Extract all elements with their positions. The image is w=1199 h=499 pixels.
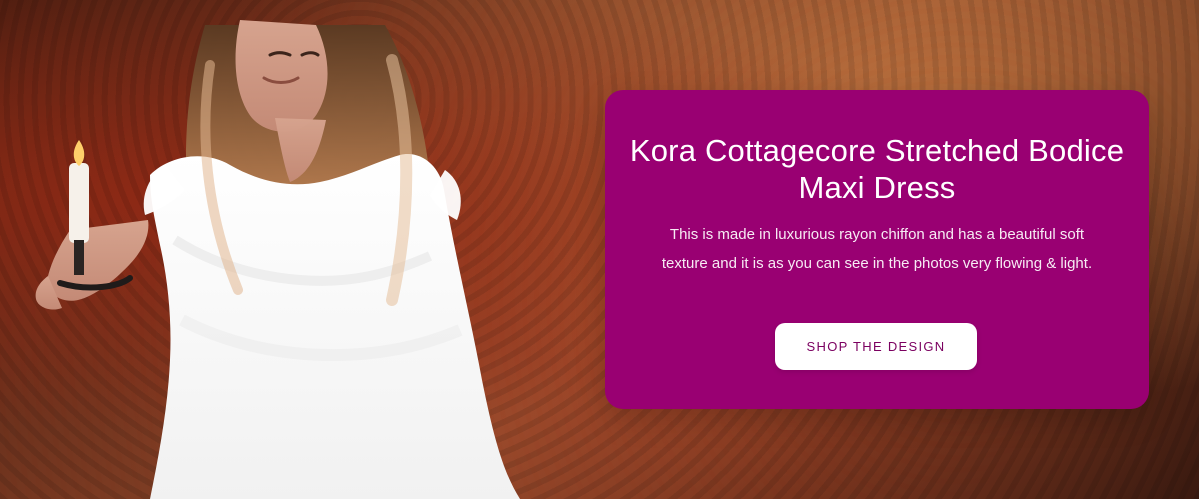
product-description: This is made in luxurious rayon chiffon …: [661, 226, 1093, 272]
shop-the-design-button[interactable]: SHOP THE DESIGN: [775, 323, 977, 370]
product-promo-card: Kora Cottagecore Stretched Bodice Maxi D…: [605, 90, 1149, 409]
product-title: Kora Cottagecore Stretched Bodice Maxi D…: [629, 133, 1125, 205]
model-wearing-dress-image: [35, 20, 520, 499]
hero-banner: Kora Cottagecore Stretched Bodice Maxi D…: [0, 0, 1199, 499]
